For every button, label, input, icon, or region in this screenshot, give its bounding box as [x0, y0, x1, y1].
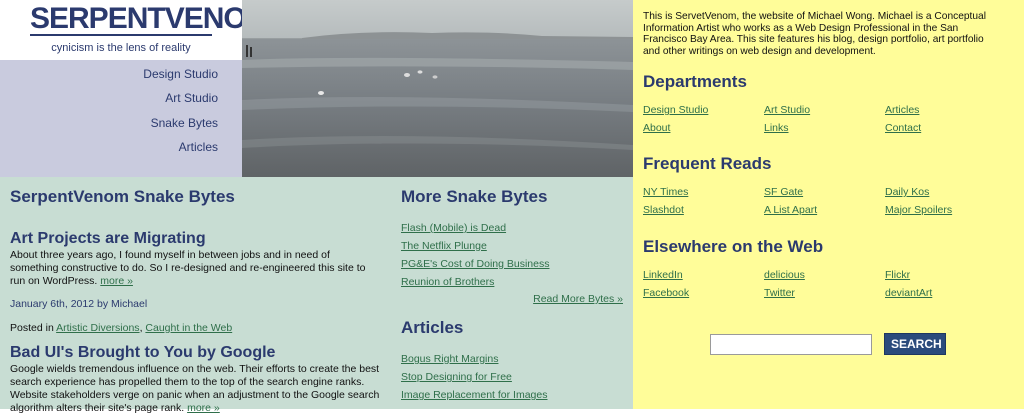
frequent-read-link[interactable]: Daily Kos — [885, 186, 1006, 204]
blog-post: Bad UI's Brought to You by Google Google… — [10, 343, 380, 415]
social-link-facebook[interactable]: Facebook — [643, 287, 764, 305]
post-title-link[interactable]: Art Projects are Migrating — [10, 230, 206, 247]
list-item[interactable]: The Netflix Plunge — [401, 237, 623, 255]
department-link[interactable]: Links — [764, 122, 885, 140]
elsewhere-links: LinkedIn delicious Flickr Facebook Twitt… — [643, 269, 1013, 305]
section-heading-articles: Articles — [401, 318, 464, 337]
list-item[interactable]: Image Replacement for Images — [401, 386, 623, 404]
logo-text: SERPENTVENOM — [30, 2, 271, 35]
site-tagline: cynicism is the lens of reality — [51, 42, 191, 54]
search-button[interactable]: SEARCH — [884, 333, 946, 355]
section-heading-snake-bytes: SerpentVenom Snake Bytes — [10, 187, 235, 206]
more-bytes-link[interactable]: Reunion of Brothers — [401, 276, 494, 288]
primary-nav: Design Studio Art Studio Snake Bytes Art… — [0, 60, 242, 177]
site-logo[interactable]: SERPENTVENOM — [30, 2, 271, 38]
frequent-read-link[interactable]: Major Spoilers — [885, 204, 1006, 222]
list-item[interactable]: Flash (Mobile) is Dead — [401, 219, 623, 237]
post-excerpt: About three years ago, I found myself in… — [10, 249, 380, 288]
frequent-read-link[interactable]: Slashdot — [643, 204, 764, 222]
frequent-read-link[interactable]: SF Gate — [764, 186, 885, 204]
post-title[interactable]: Art Projects are Migrating — [10, 229, 380, 249]
nav-link-articles[interactable]: Articles — [179, 140, 218, 154]
section-heading-departments: Departments — [643, 72, 747, 91]
more-bytes-list: Flash (Mobile) is Dead The Netflix Plung… — [401, 219, 623, 291]
list-item[interactable]: Stop Designing for Free — [401, 368, 623, 386]
beach-scene-image — [242, 0, 633, 177]
read-more-bytes-link[interactable]: Read More Bytes » — [533, 293, 623, 305]
article-link[interactable]: Image Replacement for Images — [401, 389, 548, 401]
site-header: SERPENTVENOM cynicism is the lens of rea… — [0, 0, 271, 60]
section-heading-frequent-reads: Frequent Reads — [643, 154, 772, 173]
social-link-flickr[interactable]: Flickr — [885, 269, 1006, 287]
list-item[interactable]: Bogus Right Margins — [401, 350, 623, 368]
more-bytes-link[interactable]: PG&E's Cost of Doing Business — [401, 258, 550, 270]
category-link-caught-in-the-web[interactable]: Caught in the Web — [145, 322, 232, 334]
post-date: January 6th, 2012 by Michael — [10, 298, 148, 310]
frequent-reads-links: NY Times SF Gate Daily Kos Slashdot A Li… — [643, 186, 1013, 222]
category-link-artistic-diversions[interactable]: Artistic Diversions — [56, 322, 139, 334]
post-title-link[interactable]: Bad UI's Brought to You by Google — [10, 344, 275, 361]
site-intro: This is ServetVenom, the website of Mich… — [643, 11, 986, 57]
section-heading-more-snake-bytes: More Snake Bytes — [401, 187, 548, 206]
post-more-link[interactable]: more » — [187, 402, 220, 414]
social-link-twitter[interactable]: Twitter — [764, 287, 885, 305]
post-title[interactable]: Bad UI's Brought to You by Google — [10, 343, 380, 363]
nav-item-design-studio[interactable]: Design Studio — [143, 67, 218, 81]
post-excerpt: Google wields tremendous influence on th… — [10, 363, 380, 415]
article-link[interactable]: Bogus Right Margins — [401, 353, 498, 365]
posted-in-label: Posted in — [10, 322, 54, 334]
search-input[interactable] — [710, 334, 872, 355]
department-link[interactable]: Art Studio — [764, 104, 885, 122]
hero-beach-photo — [242, 0, 633, 177]
post-more-link[interactable]: more » — [100, 275, 133, 287]
articles-list: Bogus Right Margins Stop Designing for F… — [401, 350, 623, 404]
post-excerpt-text: About three years ago, I found myself in… — [10, 249, 366, 287]
main-content: SerpentVenom Snake Bytes Art Projects ar… — [0, 177, 633, 414]
social-link-delicious[interactable]: delicious — [764, 269, 885, 287]
nav-link-art-studio[interactable]: Art Studio — [165, 91, 218, 105]
more-bytes-link[interactable]: The Netflix Plunge — [401, 240, 487, 252]
article-link[interactable]: Stop Designing for Free — [401, 371, 512, 383]
list-item[interactable]: PG&E's Cost of Doing Business — [401, 255, 623, 273]
department-link[interactable]: About — [643, 122, 764, 140]
nav-item-articles[interactable]: Articles — [179, 140, 218, 154]
more-bytes-link[interactable]: Flash (Mobile) is Dead — [401, 222, 506, 234]
list-item[interactable]: Reunion of Brothers — [401, 273, 623, 291]
nav-link-design-studio[interactable]: Design Studio — [143, 67, 218, 81]
department-link[interactable]: Design Studio — [643, 104, 764, 122]
blog-posts: SerpentVenom Snake Bytes Art Projects ar… — [10, 185, 380, 414]
logo-underline — [30, 34, 212, 36]
frequent-read-link[interactable]: NY Times — [643, 186, 764, 204]
social-link-deviantart[interactable]: deviantArt — [885, 287, 1006, 305]
nav-item-art-studio[interactable]: Art Studio — [165, 91, 218, 105]
section-heading-elsewhere: Elsewhere on the Web — [643, 237, 824, 256]
frequent-read-link[interactable]: A List Apart — [764, 204, 885, 222]
nav-link-snake-bytes[interactable]: Snake Bytes — [151, 116, 218, 130]
department-link[interactable]: Contact — [885, 122, 1006, 140]
department-link[interactable]: Articles — [885, 104, 1006, 122]
nav-item-snake-bytes[interactable]: Snake Bytes — [151, 116, 218, 130]
blog-post: Art Projects are Migrating About three y… — [10, 229, 380, 288]
post-categories: Posted in Artistic Diversions, Caught in… — [10, 322, 232, 335]
info-panel: This is ServetVenom, the website of Mich… — [633, 0, 1024, 409]
main-sidebar: More Snake Bytes Flash (Mobile) is Dead … — [401, 185, 623, 401]
social-link-linkedin[interactable]: LinkedIn — [643, 269, 764, 287]
departments-links: Design Studio Art Studio Articles About … — [643, 104, 1013, 140]
